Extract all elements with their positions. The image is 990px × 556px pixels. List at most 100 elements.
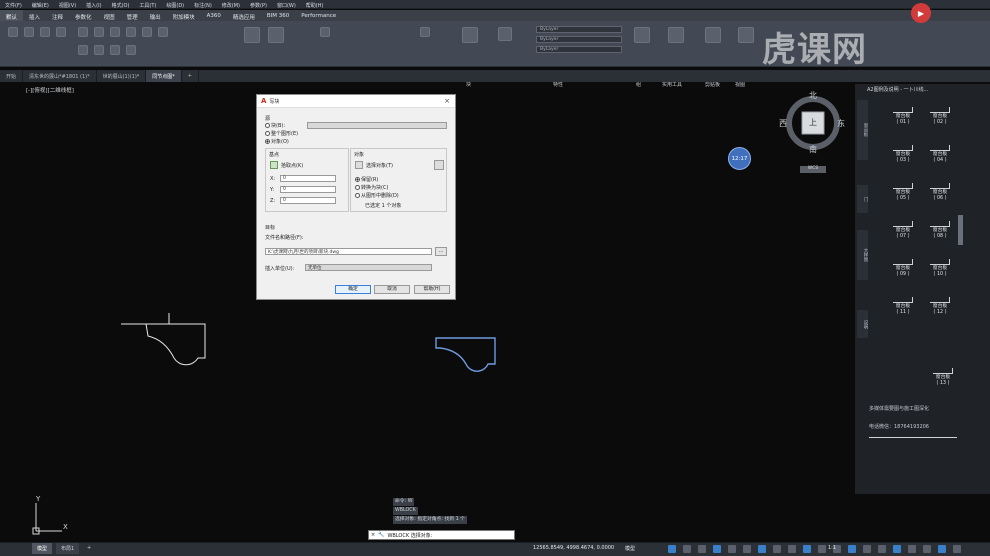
status-toggle-icon[interactable]	[893, 545, 901, 553]
y-input[interactable]: 0	[280, 186, 336, 193]
status-toggle-icon[interactable]	[923, 545, 931, 553]
block-number: ( 04 )	[933, 158, 947, 163]
dialog-titlebar[interactable]: A 写块	[257, 95, 455, 108]
source-label: 源	[265, 116, 271, 122]
coordinates-readout: 12565.8549, 4998.4674, 0.0000	[533, 545, 615, 551]
windowsill-block-icon	[893, 221, 913, 227]
palette-block-item[interactable]: 窗台板( 12 )	[925, 297, 955, 316]
tool-palette-title: A2图例及说明 - 一卜川线...	[867, 87, 929, 93]
model-space-label[interactable]: 模型	[625, 545, 635, 552]
write-block-dialog: A 写块 × 源 块(B): 整个图形(E) 对象(O) 基点 拾取点(K) X…	[256, 94, 456, 300]
quick-select-icon[interactable]	[434, 160, 444, 170]
palette-tab-door[interactable]: 门	[857, 185, 868, 213]
tab-layout1[interactable]: 布局1	[56, 543, 80, 554]
target-label: 目标	[265, 225, 276, 231]
status-toggle-icon[interactable]	[938, 545, 946, 553]
status-toggle-icon[interactable]	[758, 545, 766, 553]
status-toggle-icon[interactable]	[743, 545, 751, 553]
z-input[interactable]: 0	[280, 197, 336, 204]
basepoint-group: 基点 拾取点(K) X: 0 Y: 0 Z: 0	[265, 148, 349, 212]
close-icon[interactable]: ×	[444, 97, 450, 105]
status-toggle-icon[interactable]	[713, 545, 721, 553]
windowsill-block-icon	[893, 107, 913, 113]
pick-point-label[interactable]: 拾取点(K)	[281, 162, 303, 169]
palette-block-item[interactable]: 窗台板( 01 )	[888, 107, 918, 126]
palette-tab-notes[interactable]: 说明	[857, 310, 868, 338]
command-prompt: WBLOCK 选择对象:	[387, 532, 433, 539]
status-toggle-icon[interactable]	[863, 545, 871, 553]
x-input[interactable]: 0	[280, 175, 336, 182]
history-line-1: 命令: W	[393, 498, 415, 506]
palette-scrollbar[interactable]	[958, 215, 963, 245]
pick-point-icon[interactable]	[270, 161, 278, 169]
command-history: 命令: W WBLOCK 选择对象: 指定对角点: 找到 1 个	[393, 498, 467, 525]
status-toggle-icon[interactable]	[683, 545, 691, 553]
windowsill-block-icon	[930, 107, 950, 113]
history-line-3: 选择对象: 指定对角点: 找到 1 个	[393, 516, 467, 524]
tool-palette-tabs: 窗台板 门 大样图 说明	[857, 100, 868, 350]
select-objects-label[interactable]: 选择对象(T)	[366, 162, 393, 169]
command-line[interactable]: × 🔧 WBLOCK 选择对象:	[368, 530, 515, 540]
palette-block-item[interactable]: 窗台板( 05 )	[888, 183, 918, 202]
status-toggle-icon[interactable]	[818, 545, 826, 553]
ok-button[interactable]: 确定	[335, 285, 371, 294]
palette-block-item[interactable]: 窗台板( 03 )	[888, 145, 918, 164]
annotation-scale[interactable]: 1:1	[828, 545, 836, 551]
status-toggle-icon[interactable]	[908, 545, 916, 553]
radio-delete-from-drawing[interactable]: 从图形中删除(D)	[355, 192, 399, 199]
radio-convert-to-block[interactable]: 转换为块(C)	[355, 184, 388, 191]
radio-block[interactable]: 块(B):	[265, 122, 285, 129]
palette-block-item[interactable]: 窗台板( 04 )	[925, 145, 955, 164]
cancel-button[interactable]: 取消	[374, 285, 410, 294]
block-number: ( 01 )	[896, 120, 910, 125]
palette-block-item[interactable]: 窗台板( 11 )	[888, 297, 918, 316]
status-toggle-icon[interactable]	[848, 545, 856, 553]
status-toggle-icon[interactable]	[668, 545, 676, 553]
palette-block-item[interactable]: 窗台板( 08 )	[925, 221, 955, 240]
status-toggle-icon[interactable]	[728, 545, 736, 553]
block-number: ( 05 )	[896, 196, 910, 201]
basepoint-label: 基点	[269, 152, 280, 158]
palette-tab-windowsill[interactable]: 窗台板	[857, 100, 868, 160]
status-toggle-icon[interactable]	[698, 545, 706, 553]
block-number: ( 12 )	[933, 310, 947, 315]
help-button[interactable]: 帮助(H)	[414, 285, 450, 294]
status-toggle-icon[interactable]	[803, 545, 811, 553]
add-layout-icon[interactable]: +	[82, 543, 96, 553]
autocad-logo-icon: A	[261, 97, 267, 105]
tab-model[interactable]: 模型	[32, 543, 53, 554]
windowsill-block-icon	[893, 259, 913, 265]
units-select[interactable]: 无单位	[305, 264, 432, 271]
windowsill-block-icon	[893, 183, 913, 189]
z-label: Z:	[270, 198, 276, 204]
close-icon[interactable]: ×	[371, 532, 375, 538]
filename-input[interactable]: K:\虎课网\九月\世的项目\新块.dwg	[265, 248, 432, 255]
windowsill-block-icon	[893, 145, 913, 151]
ucs-axes	[32, 503, 62, 535]
ucs-x-label: X	[63, 523, 68, 531]
dialog-title: 写块	[269, 98, 280, 105]
status-toggle-icon[interactable]	[788, 545, 796, 553]
status-bar	[0, 542, 990, 556]
browse-button[interactable]: …	[435, 247, 447, 256]
windowsill-block-icon	[930, 183, 950, 189]
palette-block-item[interactable]: 窗台板( 10 )	[925, 259, 955, 278]
status-toggle-icon[interactable]	[878, 545, 886, 553]
palette-block-item[interactable]: 窗台板( 06 )	[925, 183, 955, 202]
radio-retain[interactable]: 保留(R)	[355, 176, 378, 183]
palette-tab-detail[interactable]: 大样图	[857, 230, 868, 280]
palette-block-item[interactable]: 窗台板( 02 )	[925, 107, 955, 126]
status-toggle-icon[interactable]	[953, 545, 961, 553]
windowsill-profile-white	[121, 313, 206, 366]
wrench-icon[interactable]: 🔧	[378, 532, 384, 538]
radio-whole-drawing[interactable]: 整个图形(E)	[265, 130, 298, 137]
palette-block-item[interactable]: 窗台板( 07 )	[888, 221, 918, 240]
status-toggle-icon[interactable]	[773, 545, 781, 553]
radio-objects[interactable]: 对象(O)	[265, 138, 289, 145]
block-number: ( 06 )	[933, 196, 947, 201]
select-objects-icon[interactable]	[355, 161, 363, 169]
block-number: ( 03 )	[896, 158, 910, 163]
palette-block-item[interactable]: 窗台板( 13 )	[928, 368, 958, 387]
drawing-canvas[interactable]: Y X	[0, 0, 990, 556]
palette-block-item[interactable]: 窗台板( 09 )	[888, 259, 918, 278]
